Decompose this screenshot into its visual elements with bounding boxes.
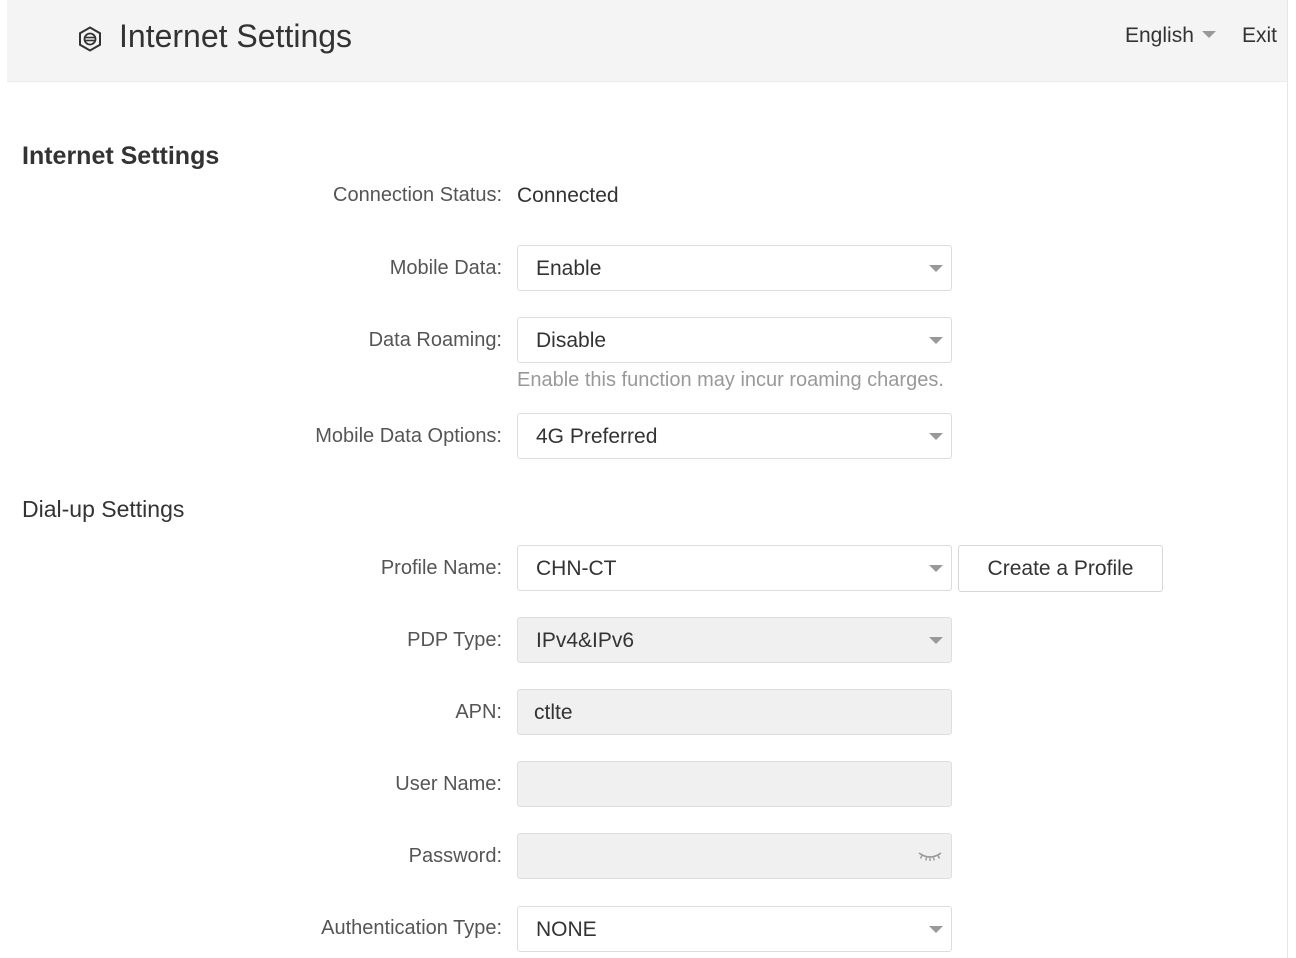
user-name-label: User Name: [395,773,502,795]
dialup-settings-heading: Dial-up Settings [22,496,185,522]
internet-settings-heading: Internet Settings [22,142,220,170]
user-name-input[interactable] [517,761,952,807]
roaming-hint: Enable this function may incur roaming c… [517,369,944,391]
pdp-type-value: IPv4&IPv6 [536,629,635,652]
apn-input[interactable]: ctlte [517,689,952,735]
chevron-down-icon [929,926,943,933]
chevron-down-icon [929,337,943,344]
chevron-down-icon [929,637,943,644]
profile-name-label: Profile Name: [380,557,502,579]
scrollbar-track [1287,0,1296,958]
mobile-data-options-select[interactable]: 4G Preferred [517,413,952,459]
pdp-type-label: PDP Type: [407,629,502,651]
mobile-data-options-label: Mobile Data Options: [315,425,502,447]
page: Internet Settings English Exit Internet … [0,0,1296,958]
pdp-type-select[interactable]: IPv4&IPv6 [517,617,952,663]
password-label: Password: [408,845,502,867]
chevron-down-icon [1201,30,1216,38]
language-selector[interactable]: English [1125,24,1216,48]
authentication-type-label: Authentication Type: [321,917,502,939]
mobile-data-select[interactable]: Enable [517,245,952,291]
data-roaming-select[interactable]: Disable [517,317,952,363]
mobile-data-label: Mobile Data: [389,257,502,279]
connection-status-label: Connection Status: [333,184,502,206]
chevron-down-icon [929,565,943,572]
language-label: English [1125,24,1194,47]
create-profile-button[interactable]: Create a Profile [958,545,1163,592]
data-roaming-value: Disable [536,329,607,352]
data-roaming-label: Data Roaming: [368,329,502,351]
apn-value: ctlte [534,701,573,724]
chevron-down-icon [929,433,943,440]
top-bar: Internet Settings English Exit [7,0,1287,82]
chevron-down-icon [929,265,943,272]
profile-name-select[interactable]: CHN-CT [517,545,952,591]
authentication-type-value: NONE [536,918,597,941]
exit-link[interactable]: Exit [1242,24,1277,48]
page-title: Internet Settings [119,18,353,54]
mobile-data-value: Enable [536,257,602,280]
network-settings-icon [79,26,101,52]
eye-closed-icon[interactable] [917,848,943,864]
apn-label: APN: [455,701,502,723]
mobile-data-options-value: 4G Preferred [536,425,658,448]
profile-name-value: CHN-CT [536,557,617,580]
authentication-type-select[interactable]: NONE [517,906,952,952]
password-input[interactable] [517,833,952,879]
connection-status-value: Connected [517,184,619,207]
